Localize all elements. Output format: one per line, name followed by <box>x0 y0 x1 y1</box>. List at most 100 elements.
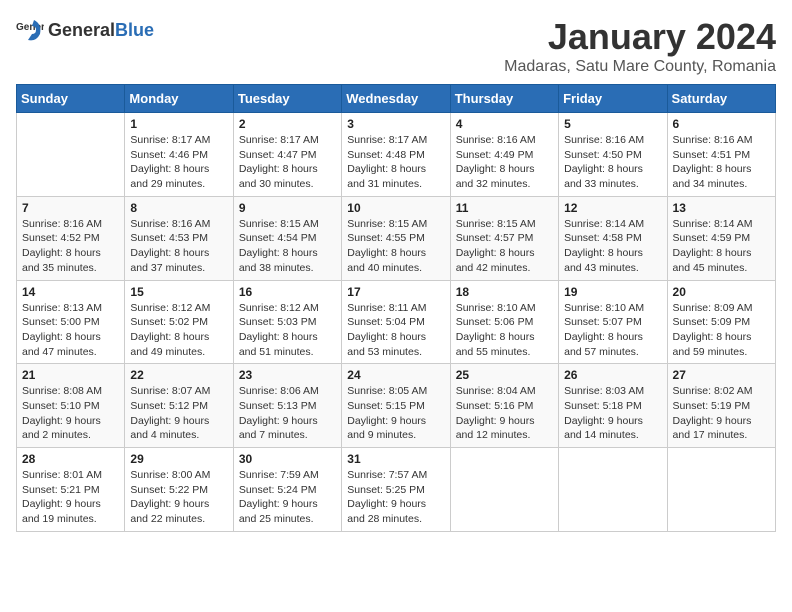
day-number: 16 <box>239 285 336 299</box>
day-number: 10 <box>347 201 444 215</box>
week-row-3: 14Sunrise: 8:13 AMSunset: 5:00 PMDayligh… <box>17 280 776 364</box>
week-row-4: 21 Sunrise: 8:08 AMSunset: 5:10 PMDayligh… <box>17 364 776 448</box>
calendar: SundayMondayTuesdayWednesdayThursdayFrid… <box>16 84 776 532</box>
day-detail: Sunrise: 8:10 AMSunset: 5:07 PMDaylight:… <box>564 301 661 360</box>
logo-icon: General <box>16 16 44 44</box>
day-cell: 30 Sunrise: 7:59 AMSunset: 5:24 PMDayligh… <box>233 448 341 532</box>
title-section: January 2024 Madaras, Satu Mare County, … <box>504 16 776 76</box>
day-detail: Sunrise: 8:12 AMSunset: 5:03 PMDaylight:… <box>239 301 336 360</box>
day-detail: Sunrise: 8:11 AMSunset: 5:04 PMDaylight:… <box>347 301 444 360</box>
day-cell: 12Sunrise: 8:14 AMSunset: 4:58 PMDayligh… <box>559 196 667 280</box>
day-detail: Sunrise: 8:16 AMSunset: 4:49 PMDaylight:… <box>456 133 553 192</box>
day-detail: Sunrise: 8:08 AMSunset: 5:10 PMDaylight:… <box>22 384 119 443</box>
day-detail: Sunrise: 8:16 AMSunset: 4:50 PMDaylight:… <box>564 133 661 192</box>
week-row-1: 1Sunrise: 8:17 AMSunset: 4:46 PMDaylight… <box>17 113 776 197</box>
day-number: 23 <box>239 368 336 382</box>
day-detail: Sunrise: 8:16 AMSunset: 4:51 PMDaylight:… <box>673 133 770 192</box>
day-cell: 14Sunrise: 8:13 AMSunset: 5:00 PMDayligh… <box>17 280 125 364</box>
day-cell: 24 Sunrise: 8:05 AMSunset: 5:15 PMDayligh… <box>342 364 450 448</box>
day-detail: Sunrise: 8:06 AMSunset: 5:13 PMDaylight:… <box>239 384 336 443</box>
day-header-tuesday: Tuesday <box>233 85 341 113</box>
day-number: 8 <box>130 201 227 215</box>
day-cell: 19 Sunrise: 8:10 AMSunset: 5:07 PMDayligh… <box>559 280 667 364</box>
day-cell <box>450 448 558 532</box>
day-detail: Sunrise: 8:14 AMSunset: 4:58 PMDaylight:… <box>564 217 661 276</box>
day-number: 25 <box>456 368 553 382</box>
day-number: 7 <box>22 201 119 215</box>
day-number: 20 <box>673 285 770 299</box>
day-number: 11 <box>456 201 553 215</box>
day-detail: Sunrise: 8:12 AMSunset: 5:02 PMDaylight:… <box>130 301 227 360</box>
day-cell: 16 Sunrise: 8:12 AMSunset: 5:03 PMDayligh… <box>233 280 341 364</box>
day-header-thursday: Thursday <box>450 85 558 113</box>
logo: General General Blue <box>16 16 154 44</box>
day-detail: Sunrise: 8:16 AMSunset: 4:53 PMDaylight:… <box>130 217 227 276</box>
day-header-monday: Monday <box>125 85 233 113</box>
day-cell: 20 Sunrise: 8:09 AMSunset: 5:09 PMDayligh… <box>667 280 775 364</box>
day-number: 9 <box>239 201 336 215</box>
day-cell: 22Sunrise: 8:07 AMSunset: 5:12 PMDayligh… <box>125 364 233 448</box>
day-cell: 10 Sunrise: 8:15 AMSunset: 4:55 PMDayligh… <box>342 196 450 280</box>
day-number: 1 <box>130 117 227 131</box>
day-cell: 3 Sunrise: 8:17 AMSunset: 4:48 PMDaylight… <box>342 113 450 197</box>
day-detail: Sunrise: 8:04 AMSunset: 5:16 PMDaylight:… <box>456 384 553 443</box>
day-cell: 26Sunrise: 8:03 AMSunset: 5:18 PMDayligh… <box>559 364 667 448</box>
day-number: 31 <box>347 452 444 466</box>
day-number: 17 <box>347 285 444 299</box>
day-detail: Sunrise: 8:15 AMSunset: 4:54 PMDaylight:… <box>239 217 336 276</box>
day-detail: Sunrise: 8:13 AMSunset: 5:00 PMDaylight:… <box>22 301 119 360</box>
day-detail: Sunrise: 8:14 AMSunset: 4:59 PMDaylight:… <box>673 217 770 276</box>
day-cell: 31Sunrise: 7:57 AMSunset: 5:25 PMDayligh… <box>342 448 450 532</box>
day-cell: 1Sunrise: 8:17 AMSunset: 4:46 PMDaylight… <box>125 113 233 197</box>
day-cell: 17 Sunrise: 8:11 AMSunset: 5:04 PMDayligh… <box>342 280 450 364</box>
day-cell: 5 Sunrise: 8:16 AMSunset: 4:50 PMDaylight… <box>559 113 667 197</box>
day-number: 13 <box>673 201 770 215</box>
week-row-5: 28Sunrise: 8:01 AMSunset: 5:21 PMDayligh… <box>17 448 776 532</box>
day-header-saturday: Saturday <box>667 85 775 113</box>
day-cell: 25 Sunrise: 8:04 AMSunset: 5:16 PMDayligh… <box>450 364 558 448</box>
day-cell: 27 Sunrise: 8:02 AMSunset: 5:19 PMDayligh… <box>667 364 775 448</box>
day-number: 27 <box>673 368 770 382</box>
day-number: 21 <box>22 368 119 382</box>
day-detail: Sunrise: 8:01 AMSunset: 5:21 PMDaylight:… <box>22 468 119 527</box>
day-number: 24 <box>347 368 444 382</box>
day-cell: 21 Sunrise: 8:08 AMSunset: 5:10 PMDayligh… <box>17 364 125 448</box>
day-number: 15 <box>130 285 227 299</box>
day-cell: 6 Sunrise: 8:16 AMSunset: 4:51 PMDaylight… <box>667 113 775 197</box>
day-header-sunday: Sunday <box>17 85 125 113</box>
day-cell <box>559 448 667 532</box>
day-number: 30 <box>239 452 336 466</box>
day-cell <box>17 113 125 197</box>
day-cell: 23 Sunrise: 8:06 AMSunset: 5:13 PMDayligh… <box>233 364 341 448</box>
day-detail: Sunrise: 8:17 AMSunset: 4:48 PMDaylight:… <box>347 133 444 192</box>
day-detail: Sunrise: 8:02 AMSunset: 5:19 PMDaylight:… <box>673 384 770 443</box>
day-cell: 2Sunrise: 8:17 AMSunset: 4:47 PMDaylight… <box>233 113 341 197</box>
day-number: 3 <box>347 117 444 131</box>
day-number: 19 <box>564 285 661 299</box>
day-number: 29 <box>130 452 227 466</box>
day-number: 18 <box>456 285 553 299</box>
logo-blue: Blue <box>115 20 154 41</box>
day-number: 5 <box>564 117 661 131</box>
day-detail: Sunrise: 8:15 AMSunset: 4:55 PMDaylight:… <box>347 217 444 276</box>
day-cell: 9 Sunrise: 8:15 AMSunset: 4:54 PMDaylight… <box>233 196 341 280</box>
day-detail: Sunrise: 7:59 AMSunset: 5:24 PMDaylight:… <box>239 468 336 527</box>
day-detail: Sunrise: 8:07 AMSunset: 5:12 PMDaylight:… <box>130 384 227 443</box>
location-title: Madaras, Satu Mare County, Romania <box>504 58 776 76</box>
day-cell: 13 Sunrise: 8:14 AMSunset: 4:59 PMDayligh… <box>667 196 775 280</box>
day-cell: 15 Sunrise: 8:12 AMSunset: 5:02 PMDayligh… <box>125 280 233 364</box>
day-detail: Sunrise: 8:05 AMSunset: 5:15 PMDaylight:… <box>347 384 444 443</box>
day-cell: 18Sunrise: 8:10 AMSunset: 5:06 PMDayligh… <box>450 280 558 364</box>
logo-general: General <box>48 20 115 41</box>
day-number: 6 <box>673 117 770 131</box>
day-header-friday: Friday <box>559 85 667 113</box>
day-detail: Sunrise: 8:03 AMSunset: 5:18 PMDaylight:… <box>564 384 661 443</box>
day-cell: 11 Sunrise: 8:15 AMSunset: 4:57 PMDayligh… <box>450 196 558 280</box>
month-title: January 2024 <box>504 16 776 58</box>
day-detail: Sunrise: 8:00 AMSunset: 5:22 PMDaylight:… <box>130 468 227 527</box>
day-header-wednesday: Wednesday <box>342 85 450 113</box>
day-detail: Sunrise: 8:16 AMSunset: 4:52 PMDaylight:… <box>22 217 119 276</box>
day-detail: Sunrise: 8:15 AMSunset: 4:57 PMDaylight:… <box>456 217 553 276</box>
day-detail: Sunrise: 8:09 AMSunset: 5:09 PMDaylight:… <box>673 301 770 360</box>
day-cell: 29 Sunrise: 8:00 AMSunset: 5:22 PMDayligh… <box>125 448 233 532</box>
